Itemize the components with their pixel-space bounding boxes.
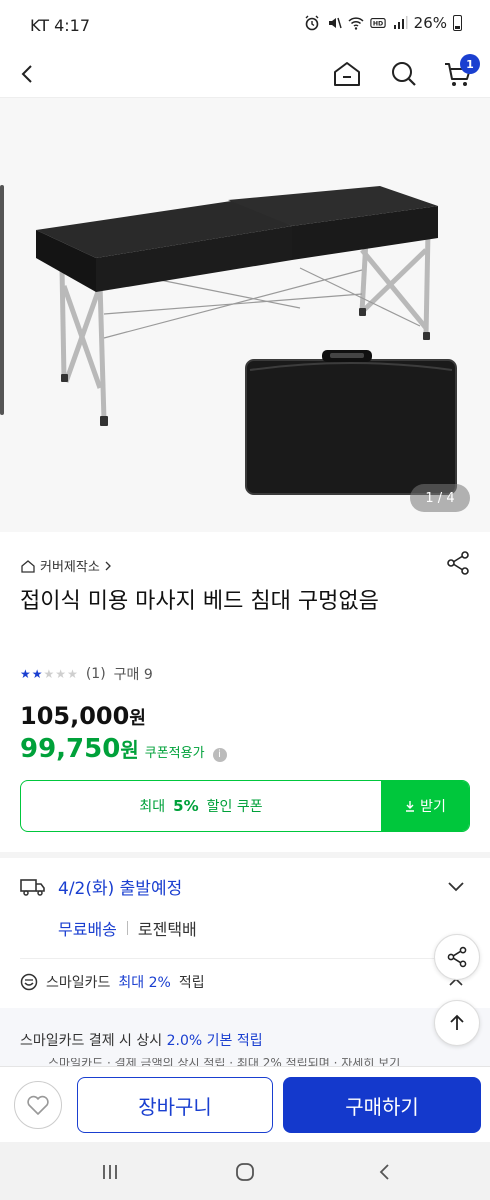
- product-title: 접이식 미용 마사지 베드 침대 구멍없음: [20, 589, 379, 614]
- home-icon: [334, 62, 360, 86]
- section-divider: [0, 852, 490, 858]
- back-button[interactable]: [10, 56, 46, 92]
- rating-row[interactable]: ★ ★ ★ ★ ★ (1) 구매 9: [20, 664, 153, 684]
- bottom-action-bar: 장바구니 구매하기: [0, 1066, 490, 1142]
- product-image: [36, 186, 457, 495]
- promo-detail-cut: 스마일카드 · 결제 금액의 상시 적립 · 최대 2% 적립되며 · 자세히 …: [48, 1058, 438, 1066]
- coupon-suffix: 할인 쿠폰: [206, 799, 263, 815]
- divider-line: [20, 958, 470, 959]
- share-icon: [447, 551, 469, 575]
- scroll-indicator: [0, 185, 4, 415]
- wifi-icon: [348, 17, 364, 30]
- share-button[interactable]: [444, 549, 472, 577]
- store-link[interactable]: 커버제작소: [20, 556, 112, 575]
- star-icon: ★: [31, 667, 43, 681]
- status-time: KT 4:17: [30, 16, 91, 35]
- cart-count-badge: 1: [460, 54, 480, 74]
- status-bar: KT 4:17 HD 26%: [0, 0, 490, 50]
- svg-text:HD: HD: [372, 21, 382, 28]
- alarm-icon: [305, 15, 319, 31]
- promo-highlight: 2.0% 기본 적립: [166, 1033, 263, 1049]
- home-button[interactable]: [329, 56, 365, 92]
- star-icon: ★: [20, 667, 31, 681]
- share-icon: [447, 946, 467, 968]
- battery-percent: 26%: [413, 14, 447, 32]
- app-header: 1: [0, 50, 490, 98]
- download-icon: [406, 801, 415, 812]
- search-icon: [392, 62, 416, 86]
- battery-icon: [453, 15, 462, 31]
- star-icon: ★: [55, 667, 67, 681]
- chevron-down-icon: [448, 882, 464, 892]
- star-icon: ★: [43, 667, 55, 681]
- promo-detail-text: 스마일카드 · 결제 금액의 상시 적립 · 최대 2% 적립되며 · 자세히 …: [48, 1058, 401, 1066]
- delivery-row[interactable]: 4/2(화) 출발예정: [20, 874, 182, 899]
- free-shipping-label: 무료배송: [58, 920, 117, 939]
- original-price-value: 105,000: [20, 702, 130, 730]
- coupon-applied-label: 쿠폰적용가: [144, 746, 205, 761]
- recent-apps-button[interactable]: [98, 1160, 122, 1184]
- coupon-prefix: 최대: [139, 799, 166, 815]
- product-image-gallery[interactable]: 1 / 4: [0, 98, 490, 532]
- wishlist-button[interactable]: [14, 1081, 62, 1129]
- signal-icon: [393, 16, 408, 29]
- image-counter: 1 / 4: [410, 484, 470, 512]
- buy-now-button[interactable]: 구매하기: [283, 1077, 481, 1133]
- promo-text: 스마일카드 결제 시 상시: [20, 1033, 163, 1049]
- coupon-percent: 5%: [173, 797, 199, 815]
- smile-card-row[interactable]: 스마일카드 최대 2% 적립: [20, 972, 205, 992]
- info-icon[interactable]: i: [212, 748, 227, 762]
- smile-card-label: 스마일카드: [46, 975, 111, 991]
- hd-icon: HD: [369, 17, 386, 29]
- recent-apps-icon: [103, 1165, 117, 1179]
- back-icon: [379, 1164, 389, 1180]
- back-nav-button[interactable]: [372, 1160, 396, 1184]
- star-icon: ★: [67, 667, 78, 681]
- coupon-get-label: 받기: [420, 799, 446, 815]
- store-name: 커버제작소: [40, 560, 100, 575]
- home-nav-button[interactable]: [233, 1160, 257, 1184]
- add-to-cart-button[interactable]: 장바구니: [77, 1077, 273, 1133]
- smile-icon: [20, 973, 38, 991]
- delivery-expand-button[interactable]: [446, 876, 466, 896]
- smile-card-max: 최대 2%: [118, 975, 171, 991]
- chevron-right-icon: [105, 561, 111, 570]
- sale-price: 99,750 원 쿠폰적용가 i: [20, 734, 227, 764]
- carrier-name: 로젠택배: [137, 920, 197, 939]
- promo-line: 스마일카드 결제 시 상시 2.0% 기본 적립: [20, 1030, 263, 1050]
- coupon-box: 최대 5% 할인 쿠폰 받기: [20, 780, 470, 832]
- separator: [126, 921, 128, 935]
- rating-stars: ★ ★ ★ ★ ★: [20, 667, 78, 681]
- mute-icon: [328, 17, 342, 29]
- delivery-date: 4/2(화) 출발예정: [58, 879, 183, 899]
- original-price: 105,000원: [20, 702, 146, 730]
- coupon-text: 최대 5% 할인 쿠폰: [21, 781, 381, 831]
- scroll-top-button[interactable]: [434, 1000, 480, 1046]
- arrow-up-icon: [450, 1014, 464, 1030]
- sale-price-unit: 원: [120, 738, 139, 762]
- original-price-unit: 원: [129, 708, 146, 729]
- coupon-download-button[interactable]: 받기: [381, 781, 469, 831]
- review-count[interactable]: (1): [86, 666, 106, 682]
- smile-card-earn: 적립: [178, 975, 205, 991]
- chevron-left-icon: [21, 65, 32, 83]
- cart-button[interactable]: 1: [440, 54, 480, 92]
- store-home-icon: [21, 559, 35, 573]
- shipping-row: 무료배송 로젠택배: [58, 916, 197, 940]
- heart-icon: [27, 1095, 49, 1115]
- status-icons: HD 26%: [304, 14, 462, 32]
- purchase-count: 구매 9: [113, 667, 153, 683]
- system-nav-bar: [0, 1142, 490, 1200]
- search-button[interactable]: [386, 56, 422, 92]
- truck-icon: [20, 878, 45, 896]
- floating-share-button[interactable]: [434, 934, 480, 980]
- sale-price-value: 99,750: [20, 734, 121, 764]
- home-circle-icon: [236, 1163, 254, 1181]
